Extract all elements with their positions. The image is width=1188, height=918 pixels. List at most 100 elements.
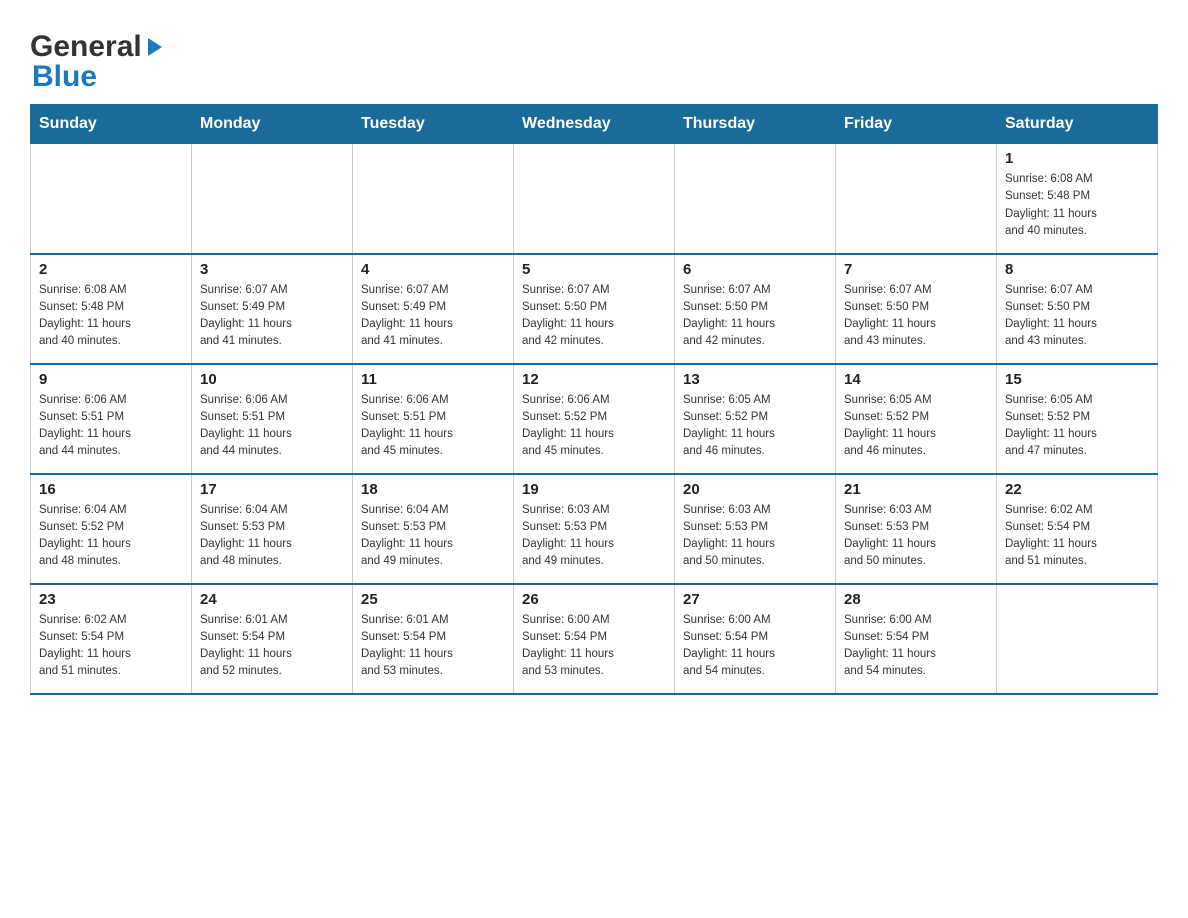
day-number: 23: [39, 591, 183, 608]
day-info: Sunrise: 6:07 AM Sunset: 5:50 PM Dayligh…: [683, 282, 827, 351]
day-info: Sunrise: 6:06 AM Sunset: 5:51 PM Dayligh…: [200, 392, 344, 461]
day-info: Sunrise: 6:07 AM Sunset: 5:49 PM Dayligh…: [200, 282, 344, 351]
calendar-cell: 17 Sunrise: 6:04 AM Sunset: 5:53 PM Dayli…: [192, 474, 353, 584]
day-number: 27: [683, 591, 827, 608]
calendar-cell: 27 Sunrise: 6:00 AM Sunset: 5:54 PM Dayli…: [675, 584, 836, 694]
day-number: 17: [200, 481, 344, 498]
calendar-cell: 5Sunrise: 6:07 AM Sunset: 5:50 PM Daylig…: [514, 254, 675, 364]
cell-content: 12Sunrise: 6:06 AM Sunset: 5:52 PM Dayli…: [522, 371, 666, 461]
day-number: 3: [200, 261, 344, 278]
calendar-cell: 23Sunrise: 6:02 AM Sunset: 5:54 PM Dayli…: [31, 584, 192, 694]
day-number: 20: [683, 481, 827, 498]
day-number: 4: [361, 261, 505, 278]
cell-content: 7 Sunrise: 6:07 AM Sunset: 5:50 PM Daylig…: [844, 261, 988, 351]
day-number: 6: [683, 261, 827, 278]
day-number: 15: [1005, 371, 1149, 388]
calendar-cell: 2 Sunrise: 6:08 AM Sunset: 5:48 PM Daylig…: [31, 254, 192, 364]
day-number: 7: [844, 261, 988, 278]
cell-content: 16 Sunrise: 6:04 AM Sunset: 5:52 PM Dayli…: [39, 481, 183, 571]
calendar-cell: 12Sunrise: 6:06 AM Sunset: 5:52 PM Dayli…: [514, 364, 675, 474]
logo-triangle-icon: [142, 36, 164, 58]
day-info: Sunrise: 6:08 AM Sunset: 5:48 PM Dayligh…: [1005, 171, 1149, 240]
day-number: 22: [1005, 481, 1149, 498]
day-number: 2: [39, 261, 183, 278]
cell-content: 20 Sunrise: 6:03 AM Sunset: 5:53 PM Dayli…: [683, 481, 827, 571]
calendar-cell: [675, 144, 836, 254]
calendar-cell: 11Sunrise: 6:06 AM Sunset: 5:51 PM Dayli…: [353, 364, 514, 474]
day-number: 16: [39, 481, 183, 498]
header-tuesday: Tuesday: [353, 105, 514, 144]
day-number: 26: [522, 591, 666, 608]
day-info: Sunrise: 6:03 AM Sunset: 5:53 PM Dayligh…: [683, 502, 827, 571]
day-info: Sunrise: 6:08 AM Sunset: 5:48 PM Dayligh…: [39, 282, 183, 351]
calendar-cell: 3 Sunrise: 6:07 AM Sunset: 5:49 PM Daylig…: [192, 254, 353, 364]
cell-content: 17 Sunrise: 6:04 AM Sunset: 5:53 PM Dayli…: [200, 481, 344, 571]
cell-content: 5Sunrise: 6:07 AM Sunset: 5:50 PM Daylig…: [522, 261, 666, 351]
day-number: 9: [39, 371, 183, 388]
header-sunday: Sunday: [31, 105, 192, 144]
calendar-cell: 8 Sunrise: 6:07 AM Sunset: 5:50 PM Daylig…: [997, 254, 1158, 364]
cell-content: 24Sunrise: 6:01 AM Sunset: 5:54 PM Dayli…: [200, 591, 344, 681]
calendar-cell: 18Sunrise: 6:04 AM Sunset: 5:53 PM Dayli…: [353, 474, 514, 584]
calendar-cell: [192, 144, 353, 254]
calendar-cell: 13 Sunrise: 6:05 AM Sunset: 5:52 PM Dayli…: [675, 364, 836, 474]
cell-content: 25Sunrise: 6:01 AM Sunset: 5:54 PM Dayli…: [361, 591, 505, 681]
calendar-cell: [836, 144, 997, 254]
day-info: Sunrise: 6:05 AM Sunset: 5:52 PM Dayligh…: [683, 392, 827, 461]
logo-general-text: General: [30, 30, 142, 64]
day-info: Sunrise: 6:03 AM Sunset: 5:53 PM Dayligh…: [522, 502, 666, 571]
day-info: Sunrise: 6:04 AM Sunset: 5:52 PM Dayligh…: [39, 502, 183, 571]
calendar: SundayMondayTuesdayWednesdayThursdayFrid…: [30, 104, 1158, 695]
calendar-week-4: 16 Sunrise: 6:04 AM Sunset: 5:52 PM Dayli…: [31, 474, 1158, 584]
day-number: 12: [522, 371, 666, 388]
cell-content: 4Sunrise: 6:07 AM Sunset: 5:49 PM Daylig…: [361, 261, 505, 351]
logo: General Blue: [30, 30, 164, 94]
header-wednesday: Wednesday: [514, 105, 675, 144]
day-number: 13: [683, 371, 827, 388]
day-info: Sunrise: 6:04 AM Sunset: 5:53 PM Dayligh…: [200, 502, 344, 571]
day-info: Sunrise: 6:06 AM Sunset: 5:51 PM Dayligh…: [361, 392, 505, 461]
cell-content: 27 Sunrise: 6:00 AM Sunset: 5:54 PM Dayli…: [683, 591, 827, 681]
day-info: Sunrise: 6:05 AM Sunset: 5:52 PM Dayligh…: [844, 392, 988, 461]
day-info: Sunrise: 6:00 AM Sunset: 5:54 PM Dayligh…: [683, 612, 827, 681]
calendar-cell: 9 Sunrise: 6:06 AM Sunset: 5:51 PM Daylig…: [31, 364, 192, 474]
cell-content: 1Sunrise: 6:08 AM Sunset: 5:48 PM Daylig…: [1005, 150, 1149, 240]
day-info: Sunrise: 6:06 AM Sunset: 5:51 PM Dayligh…: [39, 392, 183, 461]
day-info: Sunrise: 6:07 AM Sunset: 5:50 PM Dayligh…: [844, 282, 988, 351]
calendar-cell: 20 Sunrise: 6:03 AM Sunset: 5:53 PM Dayli…: [675, 474, 836, 584]
calendar-cell: [31, 144, 192, 254]
calendar-cell: 10 Sunrise: 6:06 AM Sunset: 5:51 PM Dayli…: [192, 364, 353, 474]
calendar-cell: 21 Sunrise: 6:03 AM Sunset: 5:53 PM Dayli…: [836, 474, 997, 584]
cell-content: 9 Sunrise: 6:06 AM Sunset: 5:51 PM Daylig…: [39, 371, 183, 461]
calendar-cell: 25Sunrise: 6:01 AM Sunset: 5:54 PM Dayli…: [353, 584, 514, 694]
day-number: 21: [844, 481, 988, 498]
cell-content: 8 Sunrise: 6:07 AM Sunset: 5:50 PM Daylig…: [1005, 261, 1149, 351]
calendar-cell: 24Sunrise: 6:01 AM Sunset: 5:54 PM Dayli…: [192, 584, 353, 694]
cell-content: 28Sunrise: 6:00 AM Sunset: 5:54 PM Dayli…: [844, 591, 988, 681]
day-number: 19: [522, 481, 666, 498]
day-info: Sunrise: 6:01 AM Sunset: 5:54 PM Dayligh…: [361, 612, 505, 681]
day-info: Sunrise: 6:07 AM Sunset: 5:50 PM Dayligh…: [522, 282, 666, 351]
cell-content: 22 Sunrise: 6:02 AM Sunset: 5:54 PM Dayli…: [1005, 481, 1149, 571]
day-number: 28: [844, 591, 988, 608]
calendar-cell: 4Sunrise: 6:07 AM Sunset: 5:49 PM Daylig…: [353, 254, 514, 364]
cell-content: 3 Sunrise: 6:07 AM Sunset: 5:49 PM Daylig…: [200, 261, 344, 351]
day-info: Sunrise: 6:02 AM Sunset: 5:54 PM Dayligh…: [1005, 502, 1149, 571]
cell-content: 11Sunrise: 6:06 AM Sunset: 5:51 PM Dayli…: [361, 371, 505, 461]
day-info: Sunrise: 6:07 AM Sunset: 5:50 PM Dayligh…: [1005, 282, 1149, 351]
calendar-cell: 19 Sunrise: 6:03 AM Sunset: 5:53 PM Dayli…: [514, 474, 675, 584]
day-number: 8: [1005, 261, 1149, 278]
day-info: Sunrise: 6:00 AM Sunset: 5:54 PM Dayligh…: [522, 612, 666, 681]
cell-content: 26 Sunrise: 6:00 AM Sunset: 5:54 PM Dayli…: [522, 591, 666, 681]
header-saturday: Saturday: [997, 105, 1158, 144]
cell-content: 13 Sunrise: 6:05 AM Sunset: 5:52 PM Dayli…: [683, 371, 827, 461]
calendar-cell: 14Sunrise: 6:05 AM Sunset: 5:52 PM Dayli…: [836, 364, 997, 474]
day-info: Sunrise: 6:03 AM Sunset: 5:53 PM Dayligh…: [844, 502, 988, 571]
logo-blue-text: Blue: [30, 60, 164, 94]
day-number: 10: [200, 371, 344, 388]
logo-container: General: [30, 30, 164, 64]
calendar-cell: 28Sunrise: 6:00 AM Sunset: 5:54 PM Dayli…: [836, 584, 997, 694]
calendar-cell: 22 Sunrise: 6:02 AM Sunset: 5:54 PM Dayli…: [997, 474, 1158, 584]
day-number: 24: [200, 591, 344, 608]
calendar-week-5: 23Sunrise: 6:02 AM Sunset: 5:54 PM Dayli…: [31, 584, 1158, 694]
